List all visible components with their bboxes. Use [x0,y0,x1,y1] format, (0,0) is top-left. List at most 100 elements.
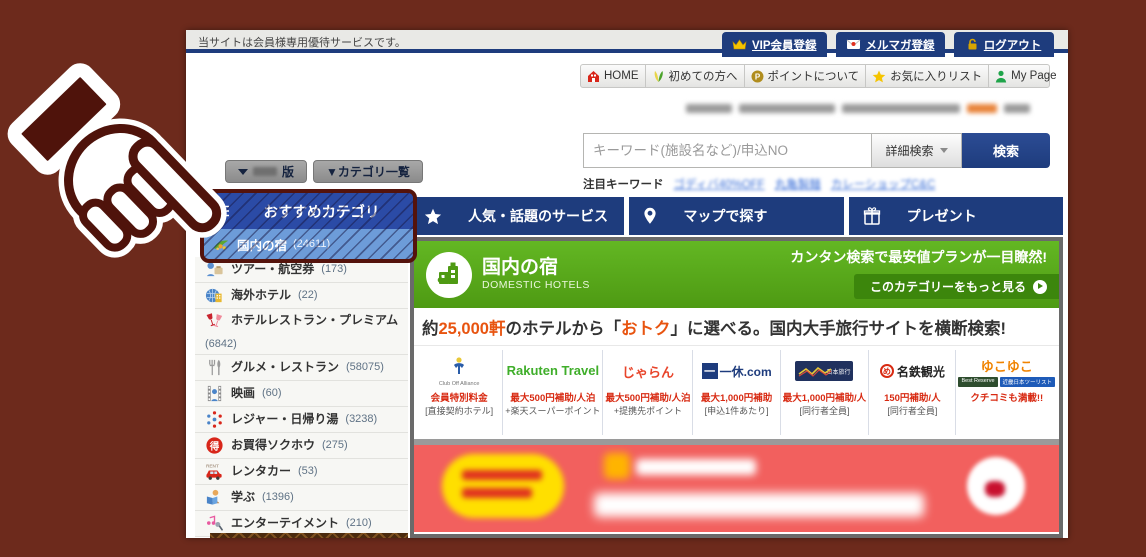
nav-mypage[interactable]: My Page [989,65,1062,87]
logout-tab[interactable]: ログアウト [954,32,1054,57]
tab-present[interactable]: プレゼント [849,197,1063,235]
category-item-movie[interactable]: 映画 (60) [195,381,408,407]
featured-keywords: 注目キーワード ゴディバ40%OFF 丸亀製麺 カレーショップC&C [583,176,935,192]
search-input[interactable] [583,133,872,168]
partner-note: [同行者全員] [799,404,849,417]
nav-home[interactable]: HOME [581,65,646,87]
banner-title: 国内の宿 [482,258,590,279]
yukoyuko-badges: Best Reserve 近畿日本ツーリスト [958,377,1055,387]
category-label: 映画 [231,385,255,401]
headline-part: 約 [422,315,439,339]
category-label: グルメ・レストラン [231,359,339,375]
partner-yukoyuko[interactable]: ゆこゆこ Best Reserve 近畿日本ツーリスト クチコミも満載!! [956,350,1057,435]
nav-beginner[interactable]: 初めての方へ [646,65,745,87]
promo-banner-blurred[interactable] [414,445,1059,532]
recommended-category-block: おすすめカテゴリ 国内の宿 (24611) [200,189,417,263]
site-notice: 当サイトは会員様専用優待サービスです。 [198,34,406,50]
category-item-gourmet[interactable]: グルメ・レストラン (58075) [195,355,408,381]
category-item-learn[interactable]: 学ぶ (1396) [195,485,408,511]
main-content-frame: 国内の宿 DOMESTIC HOTELS カンタン検索で最安値プランが一目瞭然!… [410,237,1063,538]
category-label: レジャー・日帰り湯 [231,411,338,427]
edition-dropdown-button[interactable]: 版 [225,160,307,183]
nav-points[interactable]: P ポイントについて [745,65,867,87]
tab-map-search[interactable]: マップで探す [629,197,843,235]
category-item-overseas-hotel[interactable]: 海外ホテル (22) [195,283,408,309]
partner-ikkyu[interactable]: 一一休.com 最大1,000円補助 [申込1件あたり] [693,350,780,435]
main-tabs: 人気・話題のサービス マップで探す プレゼント [410,197,1063,235]
chevron-down-icon [940,148,948,153]
banner-right: カンタン検索で最安値プランが一目瞭然! このカテゴリーをもっと見る [729,247,1059,299]
promo-text-line1 [636,459,756,475]
promo-text-line2 [594,493,924,517]
partner-nihon-ryoko[interactable]: 日本旅行 最大1,000円補助/人 [同行者全員] [781,350,869,435]
category-count: (210) [346,516,372,531]
edition-label: 版 [282,163,294,180]
hotel-building-icon [426,252,472,298]
partner-note: [同行者全員] [887,404,937,417]
category-list: ツアー・航空券 (173) 海外ホテル (22) ホテルレストラン・プレミアム … [195,257,408,537]
category-item-domestic-hotel[interactable]: 国内の宿 (24611) [204,229,413,259]
headline-part: のホテルから「 [505,315,621,339]
jalan-logo: じゃらん [622,362,674,381]
cluboff-logo-text: Club Off Alliance [439,381,480,387]
see-more-category-button[interactable]: このカテゴリーをもっと見る [854,274,1059,299]
mailmag-register-label: メルマガ登録 [866,37,935,53]
hotel-headline: 約25,000軒のホテルから「おトク」に選べる。国内大手旅行サイトを横断検索! [414,308,1059,346]
recommended-category-header[interactable]: おすすめカテゴリ [204,193,413,229]
map-pin-icon [643,207,657,226]
category-count: (58075) [346,360,384,375]
category-count: (53) [298,464,318,479]
category-item-hotel-restaurant[interactable]: ホテルレストラン・プレミアム (6842) [195,309,408,355]
meitetsu-logo: め名鉄観光 [880,363,945,380]
category-count: (3238) [345,412,377,427]
domestic-hotels-banner: 国内の宿 DOMESTIC HOTELS カンタン検索で最安値プランが一目瞭然!… [414,241,1059,308]
browser-page: 当サイトは会員様専用優待サービスです。 VIP会員登録 メルマガ登録 ログアウト… [186,30,1068,538]
advanced-search-label: 詳細検索 [885,142,933,159]
category-item-bargain[interactable]: 得 お買得ソクホウ (275) [195,433,408,459]
keyword-link[interactable]: 丸亀製麺 [775,176,821,192]
category-count: (1396) [262,490,294,505]
star-icon [424,208,442,225]
category-item-leisure[interactable]: レジャー・日帰り湯 (3238) [195,407,408,433]
headline-accent: おトク [621,315,671,339]
sidebar-controls: 版 ▼カテゴリ一覧 [225,160,423,183]
partner-benefit: クチコミも満載!! [970,390,1043,404]
keyword-link[interactable]: ゴディバ40%OFF [674,176,765,192]
partner-jalan[interactable]: じゃらん 最大500円補助/人泊 +提携先ポイント [603,350,693,435]
star-icon [872,70,886,83]
domestic-hotel-label: 国内の宿 [237,235,287,254]
category-list-dropdown-button[interactable]: ▼カテゴリ一覧 [313,160,423,183]
vip-register-tab[interactable]: VIP会員登録 [722,32,827,57]
partner-cluboff[interactable]: Club Off Alliance 会員特別料金 [直接契約ホテル] [416,350,503,435]
mailmag-register-tab[interactable]: メルマガ登録 [836,32,945,57]
hotel-restaurant-icon [205,311,224,330]
category-count: (275) [322,438,348,453]
advanced-search-button[interactable]: 詳細検索 [872,133,962,168]
partner-benefit: 会員特別料金 [431,390,488,404]
ikkyu-logo: 一一休.com [702,363,772,380]
home-icon [587,70,600,83]
category-item-rentacar[interactable]: RENT レンタカー (53) [195,459,408,485]
recommended-header-label: おすすめカテゴリ [230,201,413,222]
partner-rakuten-travel[interactable]: Rakuten Travel 最大500円補助/人泊 +楽天スーパーポイント [503,350,603,435]
entertainment-icon [205,514,224,533]
domestic-hotel-count: (24611) [293,238,330,250]
nav-points-label: ポイントについて [768,68,860,84]
search-button[interactable]: 検索 [962,133,1050,168]
keyword-link[interactable]: カレーショップC&C [831,176,936,192]
partner-meitetsu[interactable]: め名鉄観光 150円補助/人 [同行者全員] [869,350,956,435]
sidebar-promo-banner[interactable] [210,533,408,538]
gourmet-icon [205,358,224,377]
tab-map-label: マップで探す [683,206,767,226]
tab-popular-services[interactable]: 人気・話題のサービス [410,197,624,235]
learn-icon [205,488,224,507]
partner-note: [直接契約ホテル] [425,404,493,417]
movie-icon [205,384,224,403]
person-icon [995,70,1007,83]
category-count: (60) [262,386,282,401]
rakuten-travel-logo: Rakuten Travel [507,365,600,377]
see-more-label: このカテゴリーをもっと見る [870,278,1026,295]
logout-label: ログアウト [984,37,1042,53]
svg-text:得: 得 [209,440,220,452]
nav-favorites[interactable]: お気に入りリスト [866,65,989,87]
